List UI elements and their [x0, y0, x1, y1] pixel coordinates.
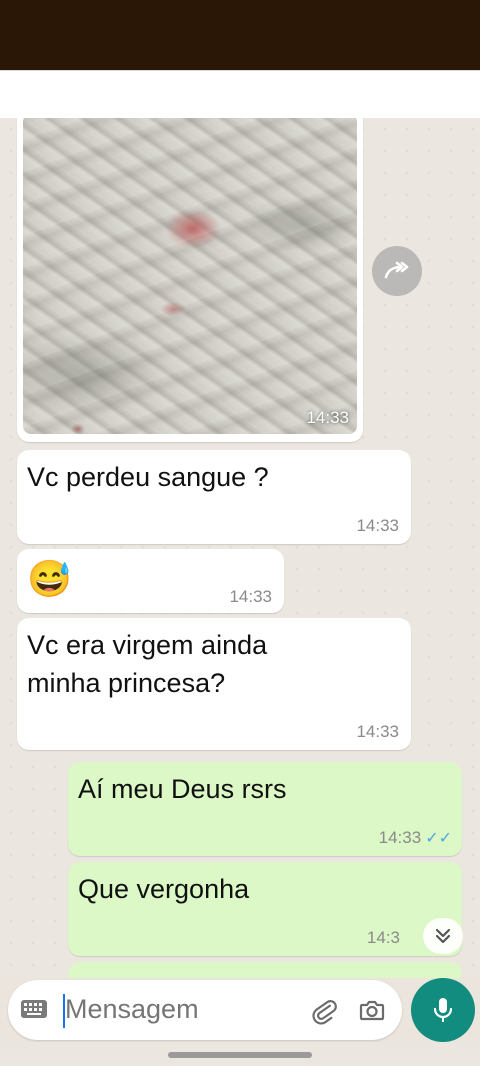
- forward-button[interactable]: [372, 246, 422, 296]
- message-input[interactable]: [65, 994, 285, 1025]
- emoji-sweat-smile: 😅: [27, 558, 72, 599]
- message-time: 14:33: [356, 516, 399, 535]
- camera-icon[interactable]: [358, 996, 386, 1024]
- message-bubble[interactable]: Vc era virgem ainda minha princesa? 14:3…: [17, 618, 411, 750]
- microphone-icon: [433, 998, 453, 1022]
- message-time: 14:33: [306, 408, 349, 427]
- message-text: Vc perdeu sangue ?: [27, 462, 269, 492]
- mic-button[interactable]: [411, 978, 475, 1042]
- message-bubble-outgoing[interactable]: Aí meu Deus rsrs 14:33 ✓✓: [68, 762, 462, 856]
- chevron-double-down-icon: [435, 928, 451, 944]
- composer-bar: [0, 978, 480, 1042]
- message-bubble-outgoing[interactable]: Que vergonha 14:3: [68, 862, 462, 956]
- forward-icon: [384, 261, 409, 279]
- message-time: 14:33: [356, 722, 399, 741]
- message-meta: 14:33 ✓✓: [379, 828, 452, 848]
- chat-area[interactable]: 14:33 Vc perdeu sangue ? 14:33 😅 14:33 V…: [0, 118, 480, 978]
- paperclip-icon[interactable]: [310, 996, 340, 1026]
- message-photo[interactable]: 14:33: [23, 118, 357, 434]
- message-time: 14:3: [366, 928, 400, 947]
- photo-texture: [23, 118, 357, 434]
- message-time: 14:33: [378, 828, 422, 847]
- message-text-line: Vc era virgem ainda: [27, 630, 268, 660]
- navigation-bar: [0, 1042, 480, 1066]
- message-time: 14:33: [229, 587, 272, 606]
- keyboard-icon[interactable]: [20, 998, 48, 1020]
- chat-header: [0, 70, 480, 119]
- message-bubble[interactable]: Vc perdeu sangue ? 14:33: [17, 450, 411, 544]
- message-text: Que vergonha: [78, 874, 250, 904]
- message-input-container[interactable]: [8, 980, 402, 1040]
- double-check-icon: ✓✓: [425, 830, 452, 847]
- image-message[interactable]: 14:33: [17, 118, 363, 442]
- home-handle[interactable]: [168, 1052, 312, 1058]
- emoji-message[interactable]: 😅 14:33: [17, 549, 284, 613]
- message-bubble-outgoing[interactable]: [68, 962, 462, 978]
- status-bar: [0, 0, 480, 70]
- message-text-line: minha princesa?: [27, 668, 226, 698]
- scroll-down-button[interactable]: [423, 918, 463, 954]
- message-text: Aí meu Deus rsrs: [78, 774, 287, 804]
